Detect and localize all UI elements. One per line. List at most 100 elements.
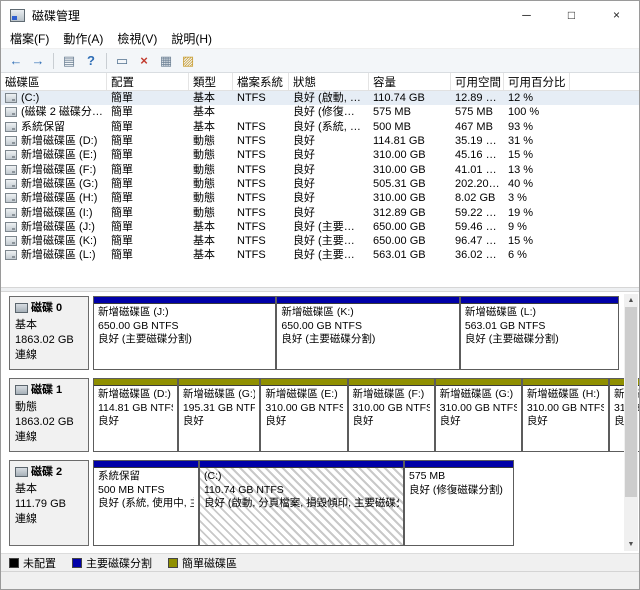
partition-box[interactable]: 新增磁碟區 (D:)114.81 GB NTFS良好 <box>93 378 178 452</box>
forward-icon[interactable]: → <box>27 51 49 71</box>
disk-info-panel[interactable]: 磁碟 0基本1863.02 GB連線 <box>9 296 89 370</box>
disk-status: 連線 <box>15 512 83 527</box>
volume-row[interactable]: 新增磁碟區 (J:)簡單基本NTFS良好 (主要磁碟分割)650.00 GB59… <box>1 220 639 234</box>
volume-fs: NTFS <box>233 234 289 248</box>
console-window-icon[interactable]: ▤ <box>58 51 80 71</box>
close-button[interactable]: × <box>594 1 639 29</box>
volume-free: 59.46 GB <box>451 220 504 234</box>
legend-label: 簡單磁碟區 <box>182 555 237 571</box>
partition-color-stripe <box>277 297 458 304</box>
maximize-button[interactable]: □ <box>549 1 594 29</box>
volume-row[interactable]: 系統保留簡單基本NTFS良好 (系統, 使用中, 主要磁碟分割)500 MB46… <box>1 120 639 134</box>
help-icon[interactable]: ? <box>80 51 102 71</box>
disk-status: 連線 <box>15 348 83 363</box>
scroll-up-arrow[interactable]: ▲ <box>624 294 638 307</box>
volume-free: 8.02 GB <box>451 191 504 205</box>
volume-name: 新增磁碟區 (I:) <box>21 206 93 220</box>
volume-row[interactable]: 新增磁碟區 (E:)簡單動態NTFS良好310.00 GB45.16 GB15 … <box>1 148 639 162</box>
partition-label: 新增磁碟區 (K:) <box>281 306 454 320</box>
partition-box[interactable]: 新增磁碟區 (K:)650.00 GB NTFS良好 (主要磁碟分割) <box>276 296 459 370</box>
volume-fs: NTFS <box>233 163 289 177</box>
partition-status: 良好 (啟動, 分頁檔案, 損毀傾印, 主要磁碟分割) <box>204 497 399 511</box>
partition-label: 新增磁碟區 (G:) <box>440 388 517 402</box>
computer-icon[interactable]: ▭ <box>111 51 133 71</box>
volume-pct: 3 % <box>504 191 570 205</box>
volume-row[interactable]: 新增磁碟區 (H:)簡單動態NTFS良好310.00 GB8.02 GB3 % <box>1 191 639 205</box>
volume-row[interactable]: (磁碟 2 磁碟分割 3)簡單基本良好 (修復磁碟分割)575 MB575 MB… <box>1 105 639 119</box>
partition-box[interactable]: 新增磁碟區 (G:)195.31 GB NTFS良好 <box>178 378 261 452</box>
volume-capacity: 500 MB <box>369 120 451 134</box>
column-header-fs[interactable]: 檔案系統 <box>233 73 289 90</box>
volume-capacity: 310.00 GB <box>369 148 451 162</box>
titlebar: 磁碟管理 ─ □ × <box>1 1 639 29</box>
column-header-layout[interactable]: 配置 <box>107 73 189 90</box>
partition-body: 新增磁碟區 (F:)310.00 GB NTFS良好 <box>349 386 434 451</box>
toolbar: ←→ ▤? ▭×▦▨ <box>1 49 639 73</box>
disk-size: 1863.02 GB <box>15 415 83 430</box>
menu-action[interactable]: 動作(A) <box>56 30 110 47</box>
volume-pct: 15 % <box>504 234 570 248</box>
volume-table-header: 磁碟區配置類型檔案系統狀態容量可用空間可用百分比 <box>1 73 639 91</box>
volume-pct: 12 % <box>504 91 570 105</box>
partition-box[interactable]: 新增磁碟區 (G:)310.00 GB NTFS良好 <box>435 378 522 452</box>
column-header-status[interactable]: 狀態 <box>289 73 369 90</box>
volume-free: 575 MB <box>451 105 504 119</box>
volume-row[interactable]: 新增磁碟區 (I:)簡單動態NTFS良好312.89 GB59.22 GB19 … <box>1 205 639 219</box>
menu-help[interactable]: 說明(H) <box>164 30 219 47</box>
column-header-type[interactable]: 類型 <box>189 73 233 90</box>
volume-name-cell: 新增磁碟區 (H:) <box>1 191 107 205</box>
partition-size: 310.00 GB NTFS <box>440 402 517 416</box>
volume-free: 35.19 GB <box>451 134 504 148</box>
open-folder-icon[interactable]: ▨ <box>177 51 199 71</box>
partition-size: 310.00 GB NTFS <box>265 402 342 416</box>
volume-row[interactable]: 新增磁碟區 (D:)簡單動態NTFS良好114.81 GB35.19 GB31 … <box>1 134 639 148</box>
disk-management-app-icon <box>10 9 25 22</box>
partition-box[interactable]: 新增磁碟區 (E:)310.00 GB NTFS良好 <box>260 378 347 452</box>
volume-layout: 簡單 <box>107 120 189 134</box>
menu-view[interactable]: 檢視(V) <box>110 30 164 47</box>
partition-label: 新增磁碟區 (D:) <box>98 388 173 402</box>
volume-row[interactable]: (C:)簡單基本NTFS良好 (啟動, 分頁檔案, 損毀傾印, 主要磁碟分割)1… <box>1 91 639 105</box>
volume-type: 動態 <box>189 134 233 148</box>
legend-simple-volume: 簡單磁碟區 <box>168 555 237 571</box>
menu-file[interactable]: 檔案(F) <box>3 30 56 47</box>
volume-free: 36.02 GB <box>451 248 504 262</box>
scroll-down-arrow[interactable]: ▼ <box>624 538 638 551</box>
volume-row[interactable]: 新增磁碟區 (G:)簡單動態NTFS良好505.31 GB202.20 GB40… <box>1 177 639 191</box>
volume-type: 基本 <box>189 91 233 105</box>
column-header-free[interactable]: 可用空間 <box>451 73 504 90</box>
column-header-filler <box>570 73 639 90</box>
column-header-pct[interactable]: 可用百分比 <box>504 73 570 90</box>
partition-box[interactable]: (C:)110.74 GB NTFS良好 (啟動, 分頁檔案, 損毀傾印, 主要… <box>199 460 404 546</box>
properties-icon[interactable]: ▦ <box>155 51 177 71</box>
disk-info-panel[interactable]: 磁碟 2基本111.79 GB連線 <box>9 460 89 546</box>
column-header-name[interactable]: 磁碟區 <box>1 73 107 90</box>
scrollbar-thumb[interactable] <box>625 307 637 497</box>
partition-box[interactable]: 新增磁碟區 (J:)650.00 GB NTFS良好 (主要磁碟分割) <box>93 296 276 370</box>
volume-row[interactable]: 新增磁碟區 (F:)簡單動態NTFS良好310.00 GB41.01 GB13 … <box>1 162 639 176</box>
disk-row: 磁碟 1動態1863.02 GB連線新增磁碟區 (D:)114.81 GB NT… <box>9 378 619 452</box>
volume-icon <box>5 208 17 218</box>
volume-layout: 簡單 <box>107 191 189 205</box>
vertical-scrollbar[interactable]: ▲ ▼ <box>624 294 638 551</box>
volume-fs: NTFS <box>233 220 289 234</box>
volume-type: 基本 <box>189 234 233 248</box>
volume-row[interactable]: 新增磁碟區 (L:)簡單基本NTFS良好 (主要磁碟分割)563.01 GB36… <box>1 248 639 262</box>
delete-volume-icon[interactable]: × <box>133 51 155 71</box>
volume-status: 良好 <box>289 177 369 191</box>
partition-box[interactable]: 新增磁碟區 (H:)310.00 GB NTFS良好 <box>522 378 609 452</box>
volume-fs: NTFS <box>233 148 289 162</box>
partition-box[interactable]: 新增磁碟區 (L:)563.01 GB NTFS良好 (主要磁碟分割) <box>460 296 619 370</box>
back-icon[interactable]: ← <box>5 51 27 71</box>
partition-box[interactable]: 575 MB良好 (修復磁碟分割) <box>404 460 514 546</box>
partition-box[interactable]: 系統保留500 MB NTFS良好 (系統, 使用中, 主要磁碟分割) <box>93 460 199 546</box>
minimize-button[interactable]: ─ <box>504 1 549 29</box>
partition-color-stripe <box>261 379 346 386</box>
volume-free: 467 MB <box>451 120 504 134</box>
volume-row[interactable]: 新增磁碟區 (K:)簡單基本NTFS良好 (主要磁碟分割)650.00 GB96… <box>1 234 639 248</box>
legend-primary-partition: 主要磁碟分割 <box>72 555 152 571</box>
disk-name: 磁碟 1 <box>31 383 62 398</box>
partition-box[interactable]: 新增磁碟區 (F:)310.00 GB NTFS良好 <box>348 378 435 452</box>
disk-info-panel[interactable]: 磁碟 1動態1863.02 GB連線 <box>9 378 89 452</box>
column-header-capacity[interactable]: 容量 <box>369 73 451 90</box>
